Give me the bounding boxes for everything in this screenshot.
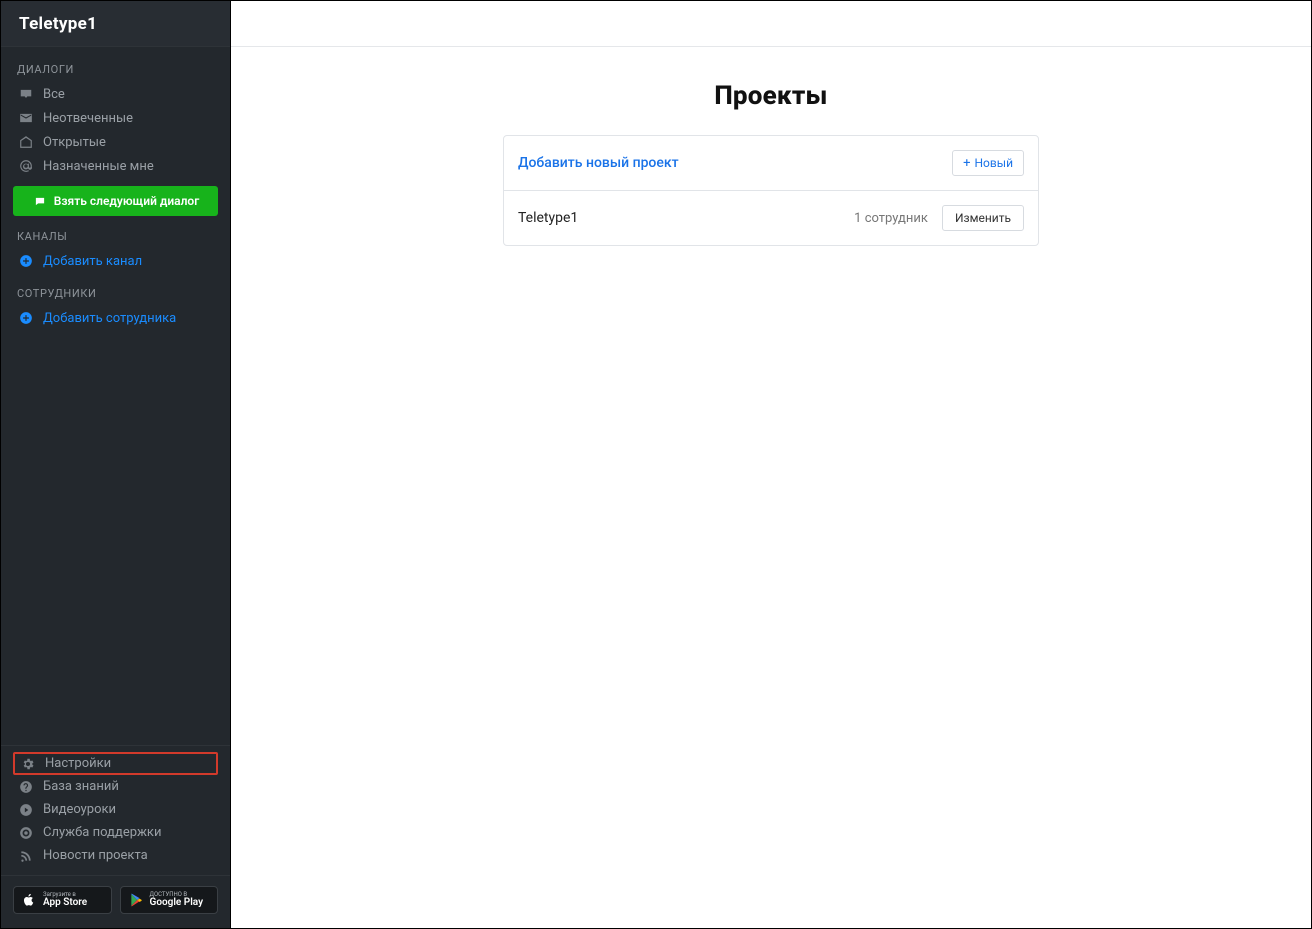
store-badges: Загрузите в App Store ДОСТУПНО В Google … [1,875,230,928]
sidebar-item-label: База знаний [43,779,119,794]
sidebar-item-label: Настройки [45,756,111,771]
plus-circle-icon [17,311,35,325]
sidebar-item-label: Новости проекта [43,848,148,863]
sidebar-item-label: Неотвеченные [43,111,133,126]
google-play-badge[interactable]: ДОСТУПНО В Google Play [120,886,219,914]
projects-card: Добавить новый проект + Новый Teletype1 … [503,135,1039,246]
take-next-dialog-button[interactable]: Взять следующий диалог [13,186,218,216]
sidebar-item-video-tutorials[interactable]: Видеоуроки [13,798,218,821]
sidebar-item-support[interactable]: Служба поддержки [13,821,218,844]
take-next-label: Взять следующий диалог [54,194,200,208]
question-circle-icon [17,780,35,794]
add-project-link[interactable]: Добавить новый проект [518,155,679,171]
sidebar-item-label: Открытые [43,135,106,150]
section-dialogs-label: ДИАЛОГИ [17,63,218,76]
sidebar-spacer [1,330,230,745]
project-row: Teletype1 1 сотрудник Изменить [504,190,1038,245]
brand-title[interactable]: Teletype1 [1,1,230,47]
nav-bottom: Настройки База знаний Видеоуроки Служба … [1,745,230,875]
sidebar-item-label: Назначенные мне [43,159,154,174]
inbox-icon [17,87,35,101]
sidebar-item-knowledge-base[interactable]: База знаний [13,775,218,798]
section-channels-label: КАНАЛЫ [17,230,218,243]
sidebar-item-add-channel[interactable]: Добавить канал [13,249,218,273]
app-store-badge[interactable]: Загрузите в App Store [13,886,112,914]
content-area: Проекты Добавить новый проект + Новый Te… [231,47,1311,928]
page-title: Проекты [714,81,827,111]
new-project-button-label: Новый [974,156,1013,170]
mail-open-icon [17,135,35,149]
plus-icon: + [963,157,970,170]
plus-circle-icon [17,254,35,268]
sidebar-item-label: Добавить сотрудника [43,311,176,326]
google-play-big-label: Google Play [150,898,204,908]
apple-icon [20,893,38,907]
section-staff-label: СОТРУДНИКИ [17,287,218,300]
edit-project-button[interactable]: Изменить [942,205,1024,231]
gear-icon [19,757,37,771]
message-icon [32,195,48,207]
sidebar-item-label: Служба поддержки [43,825,161,840]
sidebar-item-project-news[interactable]: Новости проекта [13,844,218,867]
nav-top: ДИАЛОГИ Все Неотвеченные Открытые Назнач… [1,47,230,330]
at-icon [17,159,35,173]
new-project-button[interactable]: + Новый [952,150,1024,176]
sidebar-item-add-staff[interactable]: Добавить сотрудника [13,306,218,330]
sidebar-item-label: Добавить канал [43,254,142,269]
add-project-row: Добавить новый проект + Новый [504,136,1038,190]
project-meta: 1 сотрудник [854,211,928,226]
mail-icon [17,111,35,125]
main-panel: Проекты Добавить новый проект + Новый Te… [231,1,1311,928]
app-store-big-label: App Store [43,898,87,908]
sidebar: Teletype1 ДИАЛОГИ Все Неотвеченные Откры… [1,1,231,928]
sidebar-item-label: Видеоуроки [43,802,116,817]
top-bar [231,1,1311,47]
sidebar-item-assigned[interactable]: Назначенные мне [13,154,218,178]
sidebar-item-label: Все [43,87,65,102]
lifebuoy-icon [17,826,35,840]
play-circle-icon [17,803,35,817]
sidebar-item-unanswered[interactable]: Неотвеченные [13,106,218,130]
main-scrollbar[interactable] [1298,4,1307,925]
rss-icon [17,849,35,863]
sidebar-item-all[interactable]: Все [13,82,218,106]
sidebar-item-open[interactable]: Открытые [13,130,218,154]
sidebar-item-settings[interactable]: Настройки [13,752,218,775]
project-name: Teletype1 [518,210,578,226]
google-play-icon [127,893,145,907]
